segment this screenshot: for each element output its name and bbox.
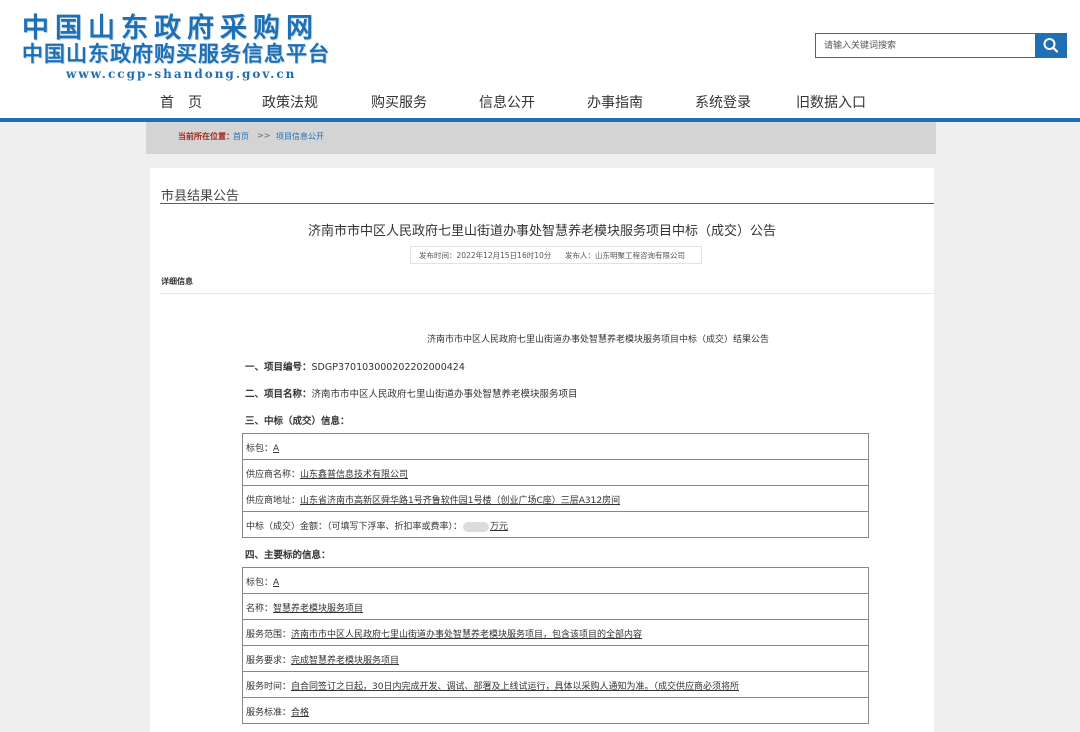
win-info-heading: 三、中标（成交）信息： [245,413,350,427]
table-row: 标包：A [243,568,868,594]
breadcrumb-prefix: 当前所在位置： [178,132,234,141]
nav-item-home[interactable]: 首 页 [160,92,202,112]
doc-title: 济南市市中区人民政府七里山街道办事处智慧养老模块服务项目中标（成交）结果公告 [426,335,769,345]
row-value: A [273,444,280,454]
row-value: 智慧养老模块服务项目 [273,604,364,614]
win-info-label: 三、中标（成交）信息： [245,416,350,427]
project-number-label: 一、项目编号： [245,362,312,373]
subject-info-label: 四、主要标的信息： [245,550,331,561]
row-label: 名称： [246,604,274,614]
table-row: 服务标准：合格 [243,698,868,723]
detail-label: 详细信息 [161,277,193,286]
row-label: 供应商名称： [246,470,301,480]
site-header: 中国山东政府采购网 中国山东政府购买服务信息平台 www.ccgp-shando… [0,0,1080,122]
section-title: 市县结果公告 [161,189,240,204]
row-label: 服务范围： [246,630,292,640]
row-label: 标包： [246,444,274,454]
table-row: 供应商名称：山东鑫普信息技术有限公司 [243,460,868,486]
logo-title: 中国山东政府采购网 [22,13,319,44]
content-panel: 市县结果公告 济南市市中区人民政府七里山街道办事处智慧养老模块服务项目中标（成交… [150,168,934,732]
row-value: 山东鑫普信息技术有限公司 [300,470,409,480]
publish-time: 发布时间：2022年12月15日16时10分 [419,251,552,260]
subject-info-table: 标包：A 名称：智慧养老模块服务项目 服务范围：济南市市中区人民政府七里山街道办… [242,567,869,724]
project-number: 一、项目编号：SDGP370103000202202000424 [245,359,465,373]
table-row: 供应商地址：山东省济南市高新区舜华路1号齐鲁软件园1号楼（创业广场C座）三层A3… [243,486,868,512]
project-name: 二、项目名称：济南市市中区人民政府七里山街道办事处智慧养老模块服务项目 [245,386,578,400]
row-label: 中标（成交）金额：（可填写下浮率、折扣率或费率）： [246,522,463,532]
row-value: A [273,578,280,588]
notice-meta: 发布时间：2022年12月15日16时10分 发布人：山东明聚工程咨询有限公司 [410,246,702,264]
breadcrumb-current-link[interactable]: 项目信息公开 [276,131,324,142]
nav-item-purchase-service[interactable]: 购买服务 [371,92,427,112]
search-button[interactable] [1035,33,1067,58]
table-row: 服务范围：济南市市中区人民政府七里山街道办事处智慧养老模块服务项目，包含该项目的… [243,620,868,646]
search-bar [815,33,1067,58]
project-name-value: 济南市市中区人民政府七里山街道办事处智慧养老模块服务项目 [311,389,578,400]
nav-item-login[interactable]: 系统登录 [695,92,751,112]
row-label: 服务时间： [246,682,292,692]
main-nav: 首 页 政策法规 购买服务 信息公开 办事指南 系统登录 旧数据入口 [0,84,1080,119]
project-name-label: 二、项目名称： [245,389,312,400]
nav-item-guide[interactable]: 办事指南 [587,92,643,112]
table-row: 名称：智慧养老模块服务项目 [243,594,868,620]
site-logo[interactable]: 中国山东政府采购网 中国山东政府购买服务信息平台 www.ccgp-shando… [22,13,362,82]
row-label: 服务标准： [246,708,292,718]
project-number-value: SDGP370103000202202000424 [311,362,465,373]
breadcrumb-separator: >> [257,131,271,140]
redacted-amount [463,521,490,532]
table-row: 服务时间：自合同签订之日起，30日内完成开发、调试、部署及上线试运行，具体以采购… [243,672,868,698]
notice-title: 济南市市中区人民政府七里山街道办事处智慧养老模块服务项目中标（成交）公告 [307,224,776,239]
nav-item-info-public[interactable]: 信息公开 [479,92,535,112]
table-row: 服务要求：完成智慧养老模块服务项目 [243,646,868,672]
search-icon [1043,38,1059,53]
row-value: 合格 [291,708,310,718]
row-value: 万元 [490,522,509,532]
row-value: 济南市市中区人民政府七里山街道办事处智慧养老模块服务项目，包含该项目的全部内容 [291,630,643,640]
win-info-table: 标包：A 供应商名称：山东鑫普信息技术有限公司 供应商地址：山东省济南市高新区舜… [242,433,869,538]
breadcrumb: 当前所在位置： 首页 >> 项目信息公开 [146,122,936,154]
logo-url: www.ccgp-shandong.gov.cn [66,67,297,81]
row-value: 山东省济南市高新区舜华路1号齐鲁软件园1号楼（创业广场C座）三层A312房间 [300,496,621,506]
table-row: 中标（成交）金额：（可填写下浮率、折扣率或费率）： 万元 [243,512,868,537]
section-divider [160,203,934,204]
table-row: 标包：A [243,434,868,460]
search-input[interactable] [815,33,1041,58]
row-label: 供应商地址： [246,496,301,506]
nav-item-policy[interactable]: 政策法规 [262,92,318,112]
row-label: 服务要求： [246,656,292,666]
detail-divider [160,293,934,294]
row-value: 自合同签订之日起，30日内完成开发、调试、部署及上线试运行，具体以采购人通知为准… [291,682,739,692]
logo-subtitle: 中国山东政府购买服务信息平台 [22,41,330,66]
publisher: 发布人：山东明聚工程咨询有限公司 [565,251,685,260]
nav-item-old-data[interactable]: 旧数据入口 [796,92,866,112]
breadcrumb-home-link[interactable]: 首页 [233,131,249,142]
subject-info-heading: 四、主要标的信息： [245,547,331,561]
row-value: 完成智慧养老模块服务项目 [291,656,400,666]
row-label: 标包： [246,578,274,588]
